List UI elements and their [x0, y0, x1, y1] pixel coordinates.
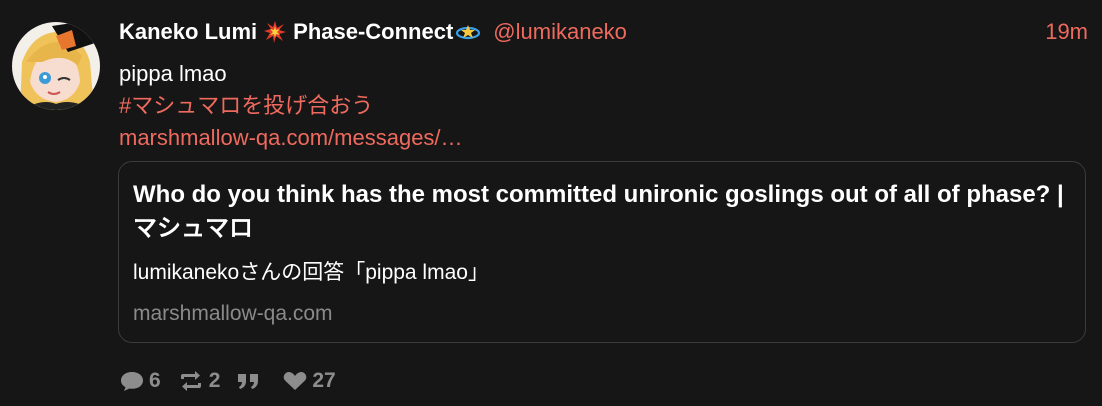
author-name-part2: Phase-Connect: [293, 19, 454, 44]
quote-icon: [238, 374, 259, 389]
post-timestamp[interactable]: 19m: [1045, 19, 1088, 45]
reply-button[interactable]: 6: [119, 369, 161, 393]
repost-count: 2: [208, 369, 221, 392]
author-name-part1: Kaneko Lumi: [119, 19, 258, 44]
reply-count: 6: [149, 369, 161, 392]
link-preview-card[interactable]: Who do you think has the most committed …: [118, 161, 1086, 343]
post-text: pippa lmao: [119, 61, 227, 86]
reply-icon: [121, 372, 143, 391]
shooting-star-icon: [455, 20, 481, 44]
author-handle[interactable]: @lumikaneko: [493, 19, 627, 45]
repost-button[interactable]: 2: [177, 369, 221, 393]
like-count: 27: [312, 369, 336, 392]
card-description: lumikanekoさんの回答「pippa lmao」: [133, 261, 489, 284]
author-avatar[interactable]: [12, 22, 100, 110]
quote-button[interactable]: [236, 370, 266, 392]
hashtag-link[interactable]: #マシュマロを投げ合おう: [119, 90, 463, 122]
post-body: pippa lmao #マシュマロを投げ合おう marshmallow-qa.c…: [119, 58, 463, 154]
post-header: Kaneko Lumi Phase-Connect @lumikaneko 19…: [119, 18, 1088, 46]
post-actions: 6 2 27: [119, 369, 352, 393]
card-domain: marshmallow-qa.com: [133, 302, 333, 325]
external-link[interactable]: marshmallow-qa.com/messages/…: [119, 122, 463, 154]
repost-icon: [180, 371, 201, 391]
heart-icon: [284, 372, 307, 390]
collision-icon: [263, 20, 287, 44]
card-title: Who do you think has the most committed …: [133, 181, 1064, 242]
author-display-name[interactable]: Kaneko Lumi Phase-Connect: [119, 19, 481, 45]
like-button[interactable]: 27: [282, 369, 336, 393]
